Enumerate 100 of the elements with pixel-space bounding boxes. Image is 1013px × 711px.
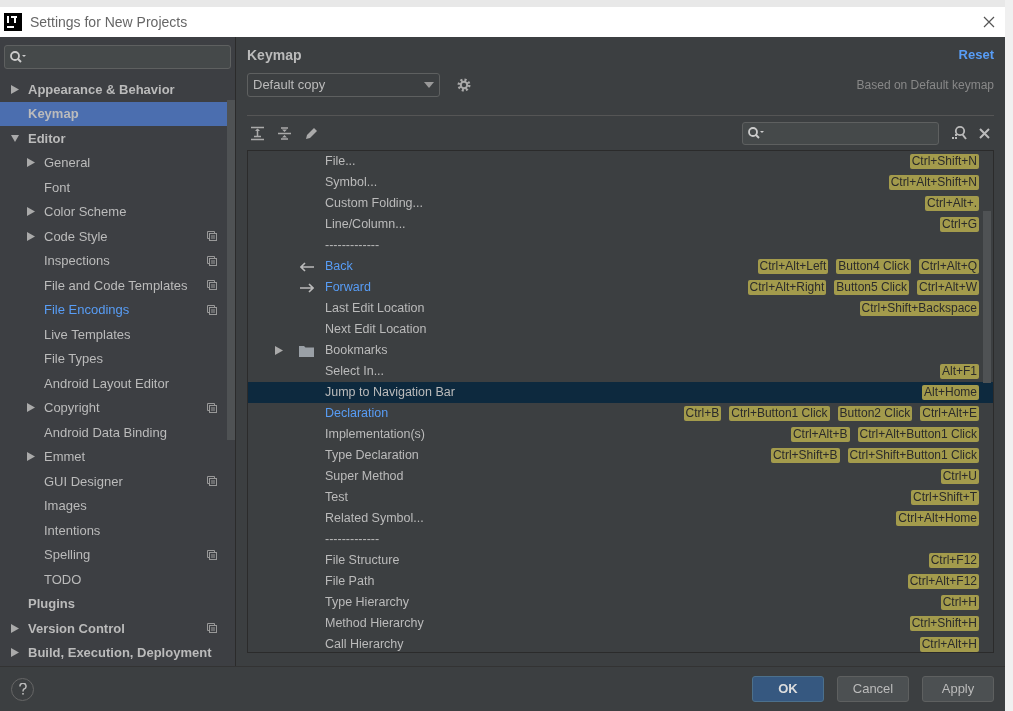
tree-item[interactable]: Copyright — [0, 395, 227, 420]
action-label: Last Edit Location — [325, 300, 426, 318]
action-label: Jump to Navigation Bar — [325, 384, 456, 402]
action-label: Super Method — [325, 468, 405, 486]
scrollbar-thumb[interactable] — [983, 211, 991, 383]
action-row[interactable]: File Structure Ctrl+F12 — [248, 550, 993, 571]
tree-item[interactable]: Android Layout Editor — [0, 371, 227, 396]
action-row[interactable]: Method Hierarchy Ctrl+Shift+H — [248, 613, 993, 634]
action-label: Call Hierarchy — [325, 636, 405, 652]
action-row[interactable]: Select In... Alt+F1 — [248, 361, 993, 382]
shortcut-tag: Ctrl+Alt+W — [917, 280, 979, 295]
dialog-button[interactable]: Apply — [922, 676, 994, 702]
tree-item[interactable]: File Encodings — [0, 297, 227, 322]
scrollbar-thumb[interactable] — [227, 100, 235, 440]
action-label: File... — [325, 153, 357, 171]
collapsed-arrow-icon[interactable] — [11, 623, 19, 633]
shortcut-tag: Ctrl+Alt+Right — [747, 280, 827, 295]
action-row[interactable]: File... Ctrl+Shift+N — [248, 151, 993, 172]
action-row[interactable]: ------------- — [248, 529, 993, 550]
collapsed-arrow-icon[interactable] — [275, 346, 283, 355]
shortcut-tag: Ctrl+B — [683, 406, 722, 421]
expand-all-icon[interactable] — [250, 125, 265, 141]
collapsed-arrow-icon[interactable] — [27, 403, 35, 413]
collapsed-arrow-icon[interactable] — [11, 648, 19, 658]
tree-item[interactable]: TODO — [0, 567, 227, 592]
tree-item[interactable]: Font — [0, 175, 227, 200]
tree-item[interactable]: Plugins — [0, 591, 227, 616]
collapsed-arrow-icon[interactable] — [27, 158, 35, 168]
shortcut-tag: Ctrl+Alt+B — [790, 427, 850, 442]
tree-item[interactable]: Code Style — [0, 224, 227, 249]
action-label: Related Symbol... — [325, 510, 425, 528]
tree-item[interactable]: Images — [0, 493, 227, 518]
shortcut-tag: Button5 Click — [834, 280, 909, 295]
action-label: Back — [325, 258, 354, 276]
collapsed-arrow-icon[interactable] — [27, 207, 35, 217]
tree-item[interactable]: Spelling — [0, 542, 227, 567]
app-logo-icon — [4, 13, 22, 31]
keymap-dropdown[interactable]: Default copy — [247, 73, 440, 97]
shortcut-tag: Ctrl+Alt+F12 — [907, 574, 979, 589]
settings-icon[interactable] — [456, 77, 472, 93]
filter-field[interactable] — [742, 121, 939, 145]
action-row[interactable]: Last Edit Location Ctrl+Shift+Backspace — [248, 298, 993, 319]
shortcut-tag: Ctrl+G — [940, 217, 979, 232]
ok-button[interactable]: OK — [752, 676, 824, 702]
tree-item[interactable]: Color Scheme — [0, 199, 227, 224]
tree-item[interactable]: Inspections — [0, 248, 227, 273]
tree-item[interactable]: GUI Designer — [0, 469, 227, 494]
tree-item[interactable]: Build, Execution, Deployment — [0, 640, 227, 665]
shortcut-tag: Ctrl+Alt+Q — [919, 259, 979, 274]
close-icon[interactable] — [983, 16, 995, 28]
expanded-arrow-icon[interactable] — [11, 133, 19, 143]
action-label: ------------- — [325, 531, 381, 549]
action-row[interactable]: Bookmarks — [248, 340, 993, 361]
tree-item[interactable]: Editor — [0, 126, 227, 151]
action-label: Declaration — [325, 405, 390, 423]
clear-icon[interactable] — [979, 127, 990, 139]
collapsed-arrow-icon[interactable] — [27, 231, 35, 241]
action-row[interactable]: Symbol... Ctrl+Alt+Shift+N — [248, 172, 993, 193]
dialog-button[interactable]: Cancel — [837, 676, 909, 702]
shortcut-tag: Alt+Home — [921, 385, 979, 400]
action-row[interactable]: Type Hierarchy Ctrl+H — [248, 592, 993, 613]
action-row[interactable]: ------------- — [248, 235, 993, 256]
action-row[interactable]: Type Declaration Ctrl+Shift+B Ctrl+Shift+Button1 Click — [248, 445, 993, 466]
shortcut-tag: Alt+F1 — [940, 364, 979, 379]
tree-item[interactable]: Android Data Binding — [0, 420, 227, 445]
shortcut-tag: Ctrl+Shift+T — [910, 490, 979, 505]
tree-item[interactable]: Version Control — [0, 616, 227, 641]
action-row[interactable]: Jump to Navigation Bar Alt+Home — [248, 382, 993, 403]
action-row[interactable]: Declaration Ctrl+B Ctrl+Button1 Click Button2 Click Ctrl+Alt+E — [248, 403, 993, 424]
action-label: Test — [325, 489, 349, 507]
edit-icon[interactable] — [304, 125, 319, 141]
action-row[interactable]: Super Method Ctrl+U — [248, 466, 993, 487]
action-row[interactable]: Call Hierarchy Ctrl+Alt+H — [248, 634, 993, 652]
action-row[interactable]: Custom Folding... Ctrl+Alt+. — [248, 193, 993, 214]
action-row[interactable]: Related Symbol... Ctrl+Alt+Home — [248, 508, 993, 529]
action-row[interactable]: Back Ctrl+Alt+Left Button4 Click Ctrl+Alt+Q — [248, 256, 993, 277]
tree-item[interactable]: Live Templates — [0, 322, 227, 347]
search-field[interactable] — [4, 45, 231, 69]
tree-item[interactable]: General — [0, 150, 227, 175]
collapsed-arrow-icon[interactable] — [27, 452, 35, 462]
collapsed-arrow-icon[interactable] — [11, 84, 19, 94]
find-shortcut-icon[interactable] — [951, 125, 967, 141]
tree-item[interactable]: Appearance & Behavior — [0, 77, 227, 102]
tree-item[interactable]: Intentions — [0, 518, 227, 543]
action-row[interactable]: Forward Ctrl+Alt+Right Button5 Click Ctrl+Alt+W — [248, 277, 993, 298]
action-row[interactable]: Implementation(s) Ctrl+Alt+B Ctrl+Alt+Button1 Click — [248, 424, 993, 445]
action-label: Forward — [325, 279, 372, 297]
action-row[interactable]: Test Ctrl+Shift+T — [248, 487, 993, 508]
action-row[interactable]: Line/Column... Ctrl+G — [248, 214, 993, 235]
action-label: Type Hierarchy — [325, 594, 411, 612]
search-icon — [9, 50, 27, 64]
action-row[interactable]: Next Edit Location — [248, 319, 993, 340]
tree-item[interactable]: Emmet — [0, 444, 227, 469]
shortcut-tag: Ctrl+H — [940, 595, 979, 610]
action-row[interactable]: File Path Ctrl+Alt+F12 — [248, 571, 993, 592]
collapse-all-icon[interactable] — [277, 125, 292, 141]
tree-item[interactable]: File Types — [0, 346, 227, 371]
reset-link[interactable]: Reset — [958, 45, 994, 65]
shortcut-tag: Ctrl+F12 — [928, 553, 979, 568]
tree-item[interactable]: File and Code Templates — [0, 273, 227, 298]
